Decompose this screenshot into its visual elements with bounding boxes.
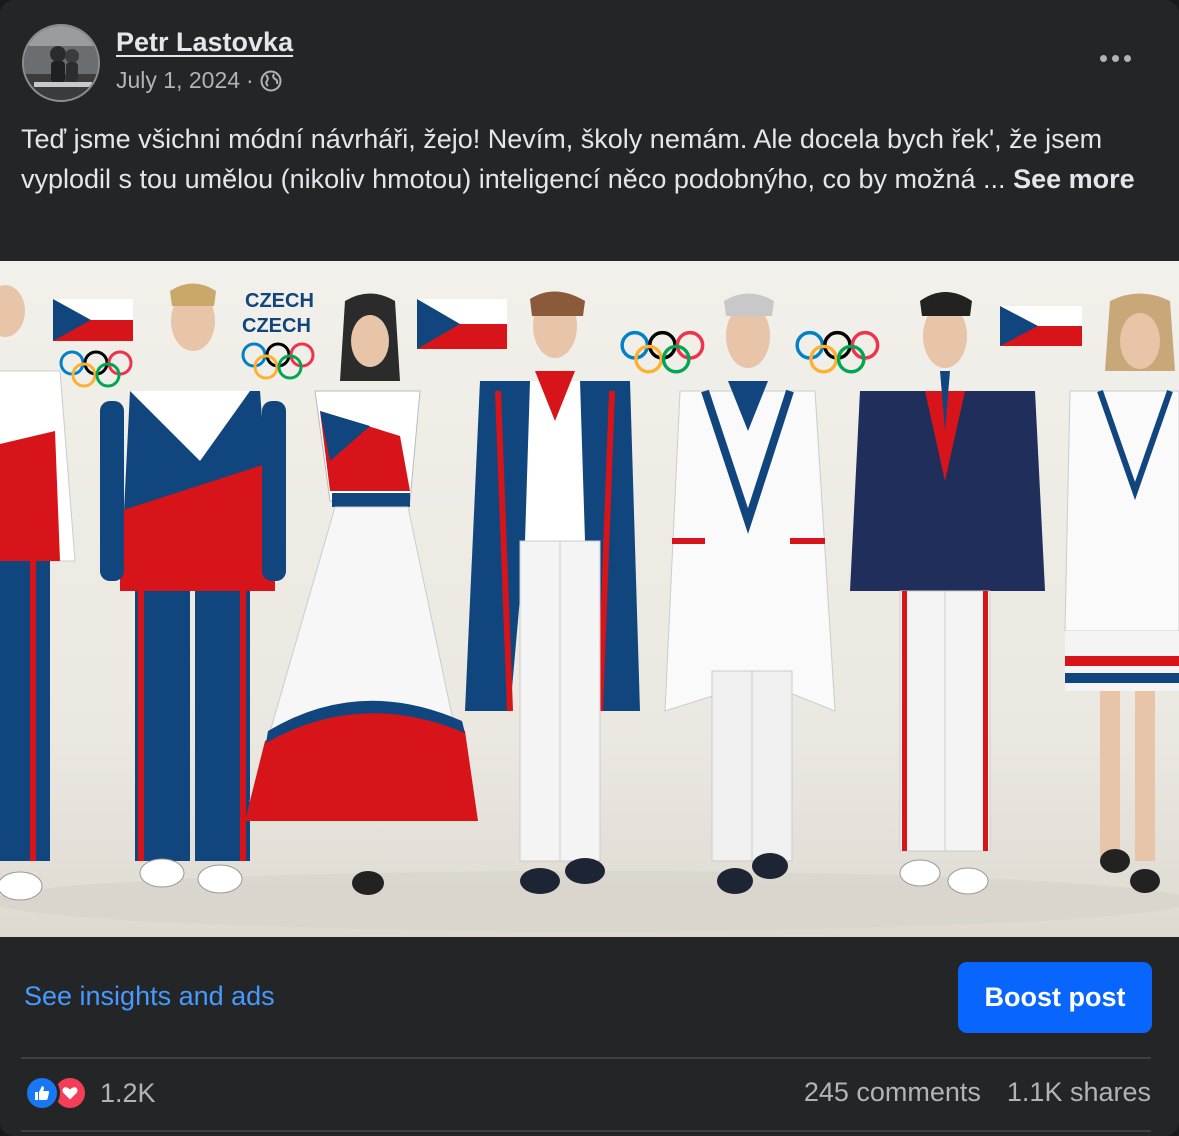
comments-count[interactable]: 245 comments <box>804 1077 981 1108</box>
czech-label-1: CZECH <box>245 290 314 312</box>
olympic-rings-icon <box>241 342 315 380</box>
author-name[interactable]: Petr Lastovka <box>116 27 293 58</box>
post-card: Petr Lastovka July 1, 2024 · Teď jsme vš… <box>0 0 1179 1136</box>
figure-tracksuit-1 <box>0 285 76 901</box>
divider <box>21 1057 1151 1059</box>
shares-count[interactable]: 1.1K shares <box>1007 1077 1151 1108</box>
post-body: Teď jsme všichni módní návrháři, žejo! N… <box>21 124 1103 194</box>
post-stats: 245 comments 1.1K shares <box>804 1077 1151 1108</box>
post-date[interactable]: July 1, 2024 <box>116 67 240 94</box>
meta-separator: · <box>246 67 254 93</box>
post-meta: July 1, 2024 · <box>116 67 282 94</box>
czech-flag-3 <box>1000 306 1082 346</box>
olympic-rings-icon <box>59 350 133 388</box>
figure-blue-coat <box>465 291 640 894</box>
dot-icon <box>1099 54 1107 62</box>
dot-icon <box>1111 54 1119 62</box>
olympic-rings-icon <box>620 330 705 374</box>
fashion-illustration: CZECH CZECH <box>0 283 1179 931</box>
globe-icon <box>260 70 282 91</box>
czech-label-2: CZECH <box>242 315 311 337</box>
figure-white-coat <box>664 293 836 894</box>
see-more-link[interactable]: See more <box>1013 164 1135 194</box>
czech-flag-2 <box>417 299 507 349</box>
avatar[interactable] <box>22 24 100 102</box>
olympic-rings-icon <box>795 330 880 374</box>
more-options-button[interactable] <box>1090 40 1140 76</box>
like-icon <box>24 1075 60 1111</box>
figure-dress <box>245 293 478 895</box>
dot-icon <box>1123 54 1131 62</box>
post-text: Teď jsme všichni módní návrháři, žejo! N… <box>21 119 1151 199</box>
post-image[interactable]: CZECH CZECH <box>0 261 1179 937</box>
boost-post-button[interactable]: Boost post <box>958 962 1152 1033</box>
czech-flag-1 <box>53 299 133 341</box>
reactions-summary[interactable]: 1.2K <box>24 1073 156 1113</box>
reaction-count: 1.2K <box>100 1077 156 1108</box>
avatar-photo <box>24 26 98 100</box>
divider <box>21 1130 1151 1132</box>
figure-skirt-jacket <box>1064 293 1179 893</box>
see-insights-link[interactable]: See insights and ads <box>24 981 275 1012</box>
figure-patterned-blazer <box>850 292 1045 895</box>
